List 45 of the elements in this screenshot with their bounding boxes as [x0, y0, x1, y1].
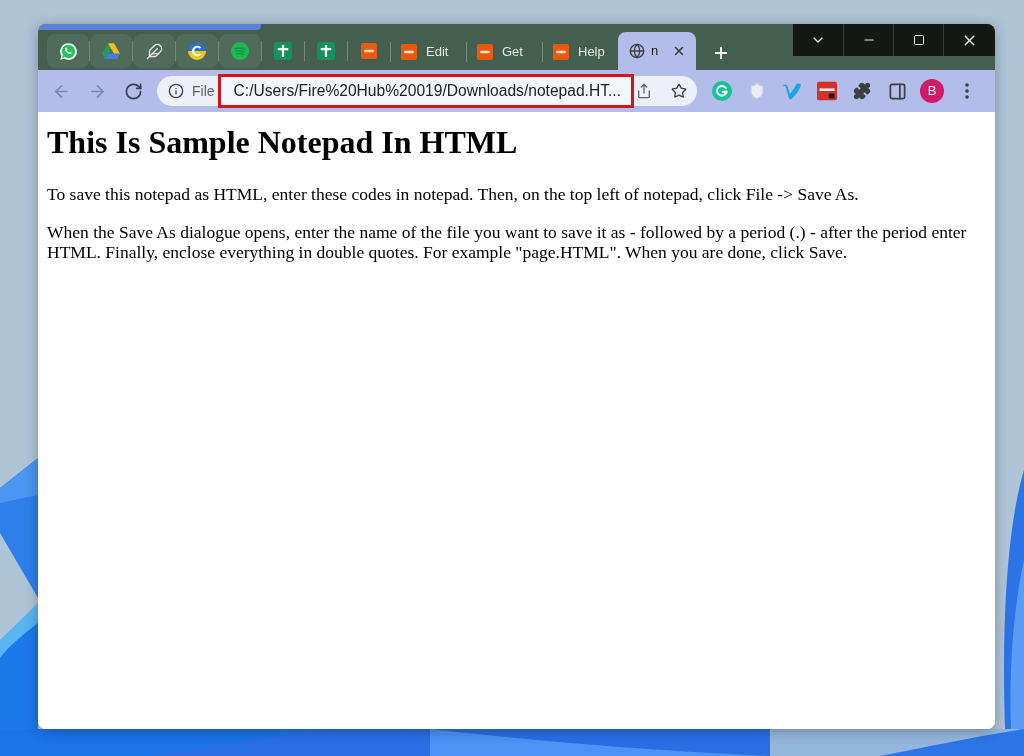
round-logo-icon	[188, 42, 206, 60]
tile-logo-icon	[477, 44, 493, 60]
pinned-tab[interactable]	[133, 34, 175, 68]
maximize-icon	[912, 34, 925, 46]
page-heading: This Is Sample Notepad In HTML	[47, 124, 519, 160]
bookmark-button[interactable]	[671, 83, 687, 99]
tab[interactable]: Get	[467, 34, 542, 70]
globe-icon	[629, 43, 645, 59]
chat-phone-icon	[58, 41, 78, 61]
close-icon	[672, 44, 686, 58]
tab[interactable]: n	[618, 32, 696, 70]
cross-tile-icon	[274, 42, 292, 60]
menu-icon	[965, 83, 969, 99]
pinned-tab[interactable]	[47, 34, 89, 68]
side-panel-icon	[887, 81, 907, 101]
puzzle-icon	[853, 82, 871, 100]
pinned-tab[interactable]	[90, 34, 132, 68]
close-button[interactable]	[943, 24, 995, 56]
share-icon	[635, 83, 652, 99]
tile-badge-icon	[817, 81, 837, 101]
profile-button[interactable]: B	[920, 79, 944, 103]
shield-icon	[748, 82, 766, 100]
share-button[interactable]	[635, 83, 652, 99]
triangle-logo-icon	[102, 43, 120, 59]
address-bar[interactable]: File C:/Users/Fire%20Hub%20019/Downloads/notepad.HT...	[157, 76, 697, 106]
star-icon	[671, 83, 687, 99]
pinned-tab[interactable]	[176, 34, 218, 68]
tile-logo-icon	[401, 44, 417, 60]
reload-icon	[123, 81, 143, 101]
scheme-label: File	[192, 81, 215, 101]
tab[interactable]: Edit	[391, 34, 466, 70]
circle-arc-icon	[712, 81, 732, 101]
tab[interactable]: Help	[543, 34, 618, 70]
tile-logo-icon	[553, 44, 569, 60]
paragraph: When the Save As dialogue opens, enter the name of the file you want to save it as - followed by a period (.) - after the period enter HTML. Finally, enclose everything in double quotes. For example "page.HTML". When you are done, click Save.	[47, 222, 968, 262]
tile-logo-icon	[361, 43, 377, 59]
paragraph: To save this notepad as HTML, enter these codes in notepad. Then, on the top left of notepad, click File -> Save As.	[47, 184, 860, 204]
maximize-button[interactable]	[893, 24, 943, 56]
info-icon	[168, 83, 184, 99]
plus-icon	[712, 44, 730, 62]
url-text: C:/Users/Fire%20Hub%20019/Downloads/notepad.HT...	[233, 81, 621, 102]
circle-logo-icon	[231, 42, 249, 60]
cross-tile-icon	[317, 42, 335, 60]
feather-icon	[145, 42, 163, 60]
v-shape-icon	[782, 82, 802, 100]
